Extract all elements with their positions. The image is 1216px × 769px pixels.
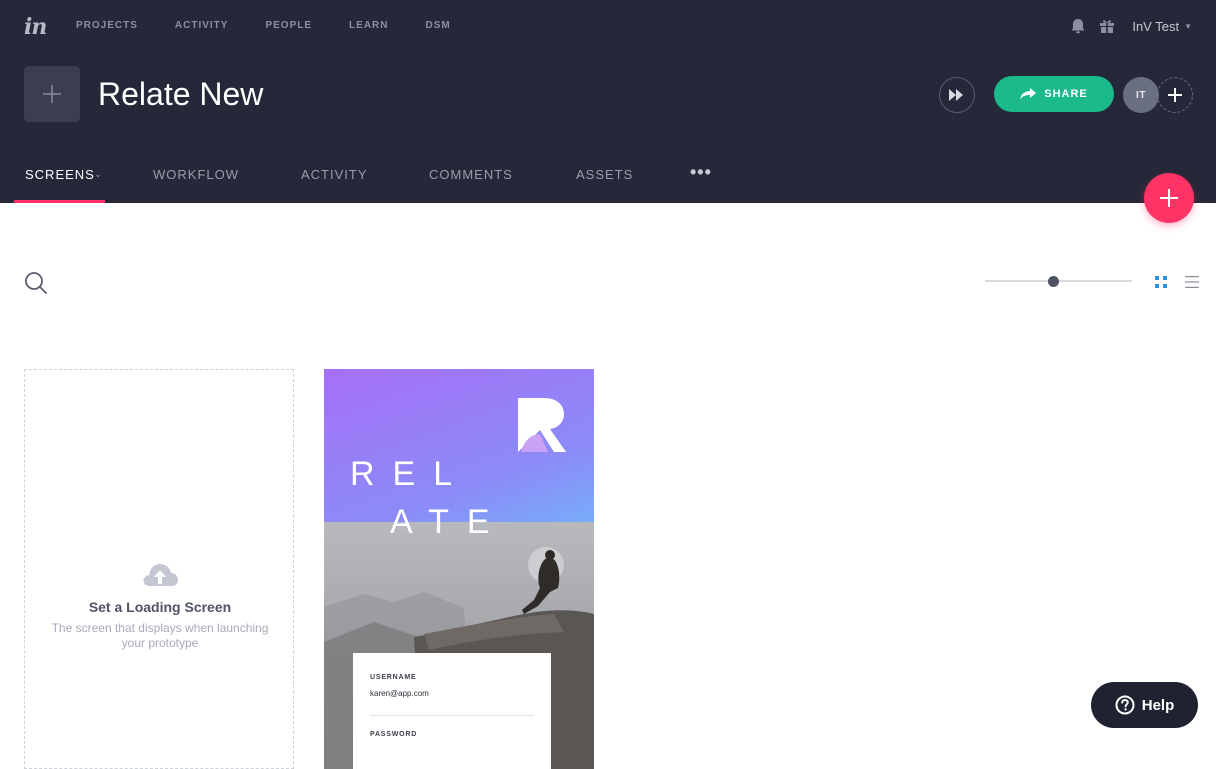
loading-screen-content: Set a Loading Screen The screen that dis…	[25, 560, 295, 651]
plus-icon	[1160, 189, 1178, 207]
tab-screens[interactable]: SCREENS	[25, 167, 95, 182]
nav-projects[interactable]: PROJECTS	[76, 20, 138, 31]
password-label: PASSWORD	[370, 731, 418, 738]
preview-button[interactable]	[939, 77, 975, 113]
project-tabs: SCREENS ⌄ WORKFLOW ACTIVITY COMMENTS ASS…	[0, 160, 760, 203]
tab-assets[interactable]: ASSETS	[576, 167, 633, 182]
nav-people[interactable]: PEOPLE	[265, 20, 312, 31]
nav-activity[interactable]: ACTIVITY	[175, 20, 229, 31]
help-button[interactable]: Help	[1091, 682, 1198, 728]
screen-thumbnail[interactable]: REL ATE USERNAME karen@app.com PASSWORD	[324, 369, 594, 769]
username-label: USERNAME	[370, 674, 417, 681]
gift-icon[interactable]	[1098, 17, 1116, 35]
help-label: Help	[1141, 696, 1175, 714]
zoom-slider-handle[interactable]	[1048, 276, 1059, 287]
relate-logo-icon	[518, 398, 566, 452]
app-header: in PROJECTS ACTIVITY PEOPLE LEARN DSM In…	[0, 0, 1216, 203]
loading-screen-card[interactable]: Set a Loading Screen The screen that dis…	[24, 369, 294, 769]
active-tab-indicator	[14, 200, 105, 203]
top-nav: PROJECTS ACTIVITY PEOPLE LEARN DSM	[76, 20, 488, 31]
tab-comments[interactable]: COMMENTS	[429, 167, 513, 182]
share-label: SHARE	[1044, 88, 1088, 100]
grid-view-icon[interactable]	[1154, 275, 1168, 289]
chevron-down-icon: ▼	[1184, 21, 1192, 31]
plus-icon	[1168, 88, 1182, 102]
nav-learn[interactable]: LEARN	[349, 20, 388, 31]
add-screen-button[interactable]	[1144, 173, 1194, 223]
login-form-preview: USERNAME karen@app.com PASSWORD	[353, 653, 551, 769]
avatar[interactable]: IT	[1123, 77, 1159, 113]
chevron-down-icon[interactable]: ⌄	[94, 169, 102, 180]
fast-forward-icon	[949, 89, 963, 101]
bell-icon[interactable]	[1068, 16, 1088, 36]
add-member-button[interactable]	[1157, 77, 1193, 113]
plus-icon	[43, 85, 61, 103]
cloud-upload-icon	[143, 564, 178, 586]
top-right-controls: InV Test ▼	[1068, 16, 1192, 36]
loading-screen-title: Set a Loading Screen	[88, 599, 232, 615]
project-thumbnail-button[interactable]	[24, 66, 80, 122]
user-menu[interactable]: InV Test	[1132, 19, 1179, 34]
app-wordmark-line-2: ATE	[390, 503, 508, 541]
username-value: karen@app.com	[370, 689, 429, 698]
invision-logo[interactable]: in	[24, 14, 47, 40]
list-view-icon[interactable]	[1185, 275, 1199, 289]
project-title[interactable]: Relate New	[98, 76, 263, 113]
search-icon[interactable]	[24, 271, 48, 295]
nav-dsm[interactable]: DSM	[426, 20, 451, 31]
more-icon[interactable]: •••	[690, 162, 712, 183]
loading-screen-description: The screen that displays when launching …	[51, 621, 269, 650]
app-wordmark-line-1: REL	[350, 455, 471, 493]
share-button[interactable]: SHARE	[994, 76, 1114, 112]
tab-workflow[interactable]: WORKFLOW	[153, 167, 239, 182]
question-icon	[1115, 695, 1135, 715]
share-arrow-icon	[1020, 88, 1037, 100]
divider	[370, 715, 534, 716]
tab-activity[interactable]: ACTIVITY	[301, 167, 368, 182]
